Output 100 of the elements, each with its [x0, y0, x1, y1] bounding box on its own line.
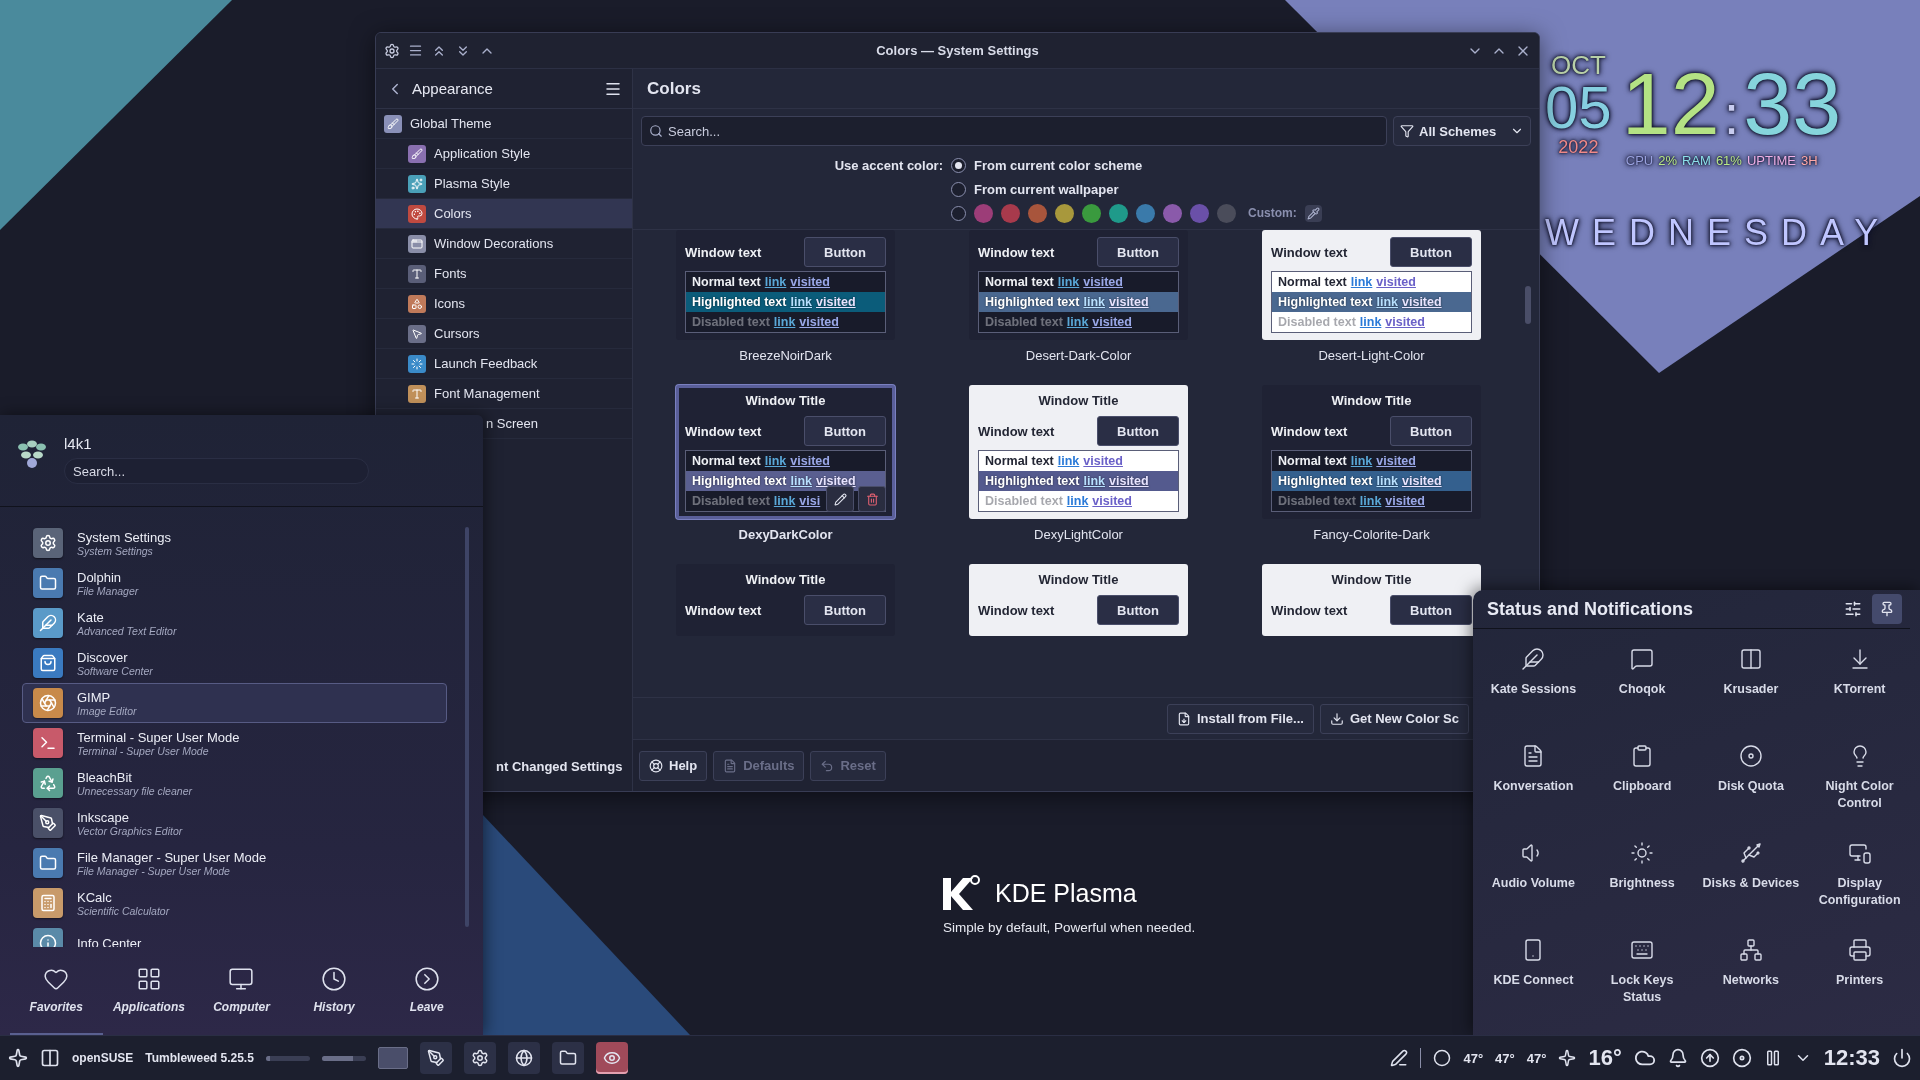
scheme-preview[interactable]: Window text Button Normal text link visited Highlighted text link visited Disabled text link visited	[1262, 230, 1481, 340]
desktop-thumbnail[interactable]	[377, 1047, 408, 1069]
tray-item-label[interactable]: KDE Connect	[1481, 972, 1586, 989]
tray-item-label[interactable]: Disks & Devices	[1698, 875, 1803, 892]
speech-icon[interactable]	[1630, 647, 1655, 671]
scheme-preview[interactable]: Window Title Window text Button	[1262, 564, 1481, 636]
scheme-preview[interactable]: Window text Button Normal text link visited Highlighted text link visited Disabled text link visited	[969, 230, 1188, 340]
radio-button[interactable]	[951, 157, 966, 173]
app-item[interactable]: Inkscape Vector Graphics Editor	[22, 803, 447, 843]
sidebar-item[interactable]: Colors	[376, 199, 632, 229]
launcher-tab[interactable]: Applications	[102, 947, 196, 1035]
app-item[interactable]: KCalc Scientific Calculator	[22, 883, 447, 923]
tray-item-label[interactable]: Printers	[1807, 972, 1912, 989]
network-icon[interactable]	[1738, 938, 1763, 962]
sidebar-item[interactable]: Font Management	[376, 379, 632, 409]
launcher-tab[interactable]: Leave	[380, 947, 473, 1035]
color-swatch[interactable]	[1055, 203, 1074, 223]
footer-button[interactable]: Help	[639, 750, 708, 781]
scheme-preview[interactable]: Window text Button Normal text link visited Highlighted text link visited Disabled text link visited	[676, 230, 895, 340]
tray-item-label[interactable]: Choqok	[1590, 681, 1695, 698]
launcher-icon[interactable]	[8, 1048, 28, 1068]
launcher-tab[interactable]: Computer	[195, 947, 288, 1035]
sidebar-item[interactable]: Window Decorations	[376, 229, 632, 259]
sidebar-item[interactable]: Icons	[376, 289, 632, 319]
scheme-preview[interactable]: Window Title Window text Button Normal text link visited Highlighted text link visited Disabled text link visited	[969, 385, 1188, 519]
pin-button[interactable]	[1872, 594, 1902, 624]
sidebar-item[interactable]: Launch Feedback	[376, 349, 632, 379]
panels-icon[interactable]	[1738, 647, 1763, 671]
app-item[interactable]: GIMP Image Editor	[22, 683, 447, 723]
color-swatch[interactable]	[974, 203, 993, 223]
app-item[interactable]: File Manager - Super User Mode File Manager - Super User Mode	[22, 843, 447, 883]
menu-icon[interactable]	[408, 43, 423, 58]
color-swatch[interactable]	[1136, 203, 1155, 223]
color-swatch[interactable]	[1082, 203, 1101, 223]
tray-item-label[interactable]: Night Color Control	[1807, 778, 1912, 812]
circle-icon[interactable]	[1433, 1049, 1452, 1067]
clock-time[interactable]: 12:33	[1823, 1045, 1880, 1071]
tray-item-label[interactable]: Clipboard	[1590, 778, 1695, 795]
color-swatch[interactable]	[1028, 203, 1047, 223]
tray-item-label[interactable]: Audio Volume	[1481, 875, 1586, 892]
task-button[interactable]	[595, 1042, 628, 1074]
color-swatch[interactable]	[1190, 203, 1209, 223]
tray-item-label[interactable]: Display Configuration	[1807, 875, 1912, 909]
action-button[interactable]: Get New Color Sc	[1319, 703, 1469, 734]
launcher-tab[interactable]: History	[287, 947, 381, 1035]
app-item[interactable]: Terminal - Super User Mode Terminal - Super User Mode	[22, 723, 447, 763]
scheme-preview[interactable]: Window Title Window text Button Normal text link visited Highlighted text link visited Disabled text link visi	[676, 385, 895, 519]
display-icon[interactable]	[1847, 841, 1872, 865]
printer-icon[interactable]	[1847, 938, 1872, 962]
pen-icon[interactable]	[1390, 1049, 1409, 1067]
task-button[interactable]	[463, 1042, 496, 1074]
radio-button[interactable]	[951, 205, 966, 221]
color-swatch[interactable]	[1109, 203, 1128, 223]
edit-button[interactable]	[826, 486, 854, 512]
tray-item-label[interactable]: Kate Sessions	[1481, 681, 1586, 698]
task-button[interactable]	[419, 1042, 452, 1074]
disc-icon[interactable]	[1731, 1048, 1752, 1068]
color-swatch[interactable]	[1163, 203, 1182, 223]
feather-icon[interactable]	[1521, 647, 1546, 671]
power-icon[interactable]	[1892, 1048, 1912, 1068]
task-button[interactable]	[507, 1042, 540, 1074]
app-item[interactable]: Discover Software Center	[22, 643, 447, 683]
app-item[interactable]: BleachBit Unnecessary file cleaner	[22, 763, 447, 803]
tray-item-label[interactable]: Lock Keys Status	[1590, 972, 1695, 1006]
sidebar-item[interactable]: Global Theme	[376, 109, 632, 139]
bell-icon[interactable]	[1667, 1048, 1688, 1068]
changed-settings-button[interactable]: nt Changed Settings	[492, 752, 627, 780]
disc-icon[interactable]	[1738, 744, 1763, 768]
scheme-preview[interactable]: Window Title Window text Button Normal text link visited Highlighted text link visited Disabled text link visited	[1262, 385, 1481, 519]
scheme-preview[interactable]: Window Title Window text Button	[969, 564, 1188, 636]
task-button[interactable]	[551, 1042, 584, 1074]
color-swatch[interactable]	[1001, 203, 1020, 223]
settings-icon[interactable]	[1844, 600, 1862, 618]
app-item[interactable]: Kate Advanced Text Editor	[22, 603, 447, 643]
radio-button[interactable]	[951, 181, 966, 197]
search-field[interactable]: Search...	[641, 116, 1387, 146]
tray-item-label[interactable]: Krusader	[1698, 681, 1803, 698]
tray-item-label[interactable]: Disk Quota	[1698, 778, 1803, 795]
sidebar-item[interactable]: Application Style	[376, 139, 632, 169]
tray-item-label[interactable]: Brightness	[1590, 875, 1695, 892]
app-item[interactable]: Info Center	[22, 923, 447, 947]
tray-item-label[interactable]: Networks	[1698, 972, 1803, 989]
connect-icon[interactable]	[1558, 1049, 1577, 1067]
sidebar-item[interactable]: Cursors	[376, 319, 632, 349]
eyedropper-button[interactable]	[1304, 204, 1322, 222]
sun-icon[interactable]	[1630, 841, 1655, 865]
app-item[interactable]: System Settings System Settings	[22, 523, 447, 563]
scheme-preview[interactable]: Window Title Window text Button	[676, 564, 895, 636]
pager-icon[interactable]	[40, 1048, 60, 1068]
action-button[interactable]: Install from File...	[1167, 703, 1314, 734]
scheme-filter-dropdown[interactable]: All Schemes	[1393, 116, 1531, 146]
keyboard-icon[interactable]	[1630, 938, 1655, 962]
scrollbar-thumb[interactable]	[1525, 286, 1531, 324]
app-item[interactable]: Dolphin File Manager	[22, 563, 447, 603]
search-field[interactable]: Search...	[64, 458, 369, 484]
scrollbar[interactable]	[465, 527, 469, 927]
update-icon[interactable]	[1699, 1048, 1720, 1068]
sidebar-item[interactable]: Fonts	[376, 259, 632, 289]
usb-icon[interactable]	[1738, 841, 1763, 865]
color-swatch[interactable]	[1217, 203, 1236, 223]
